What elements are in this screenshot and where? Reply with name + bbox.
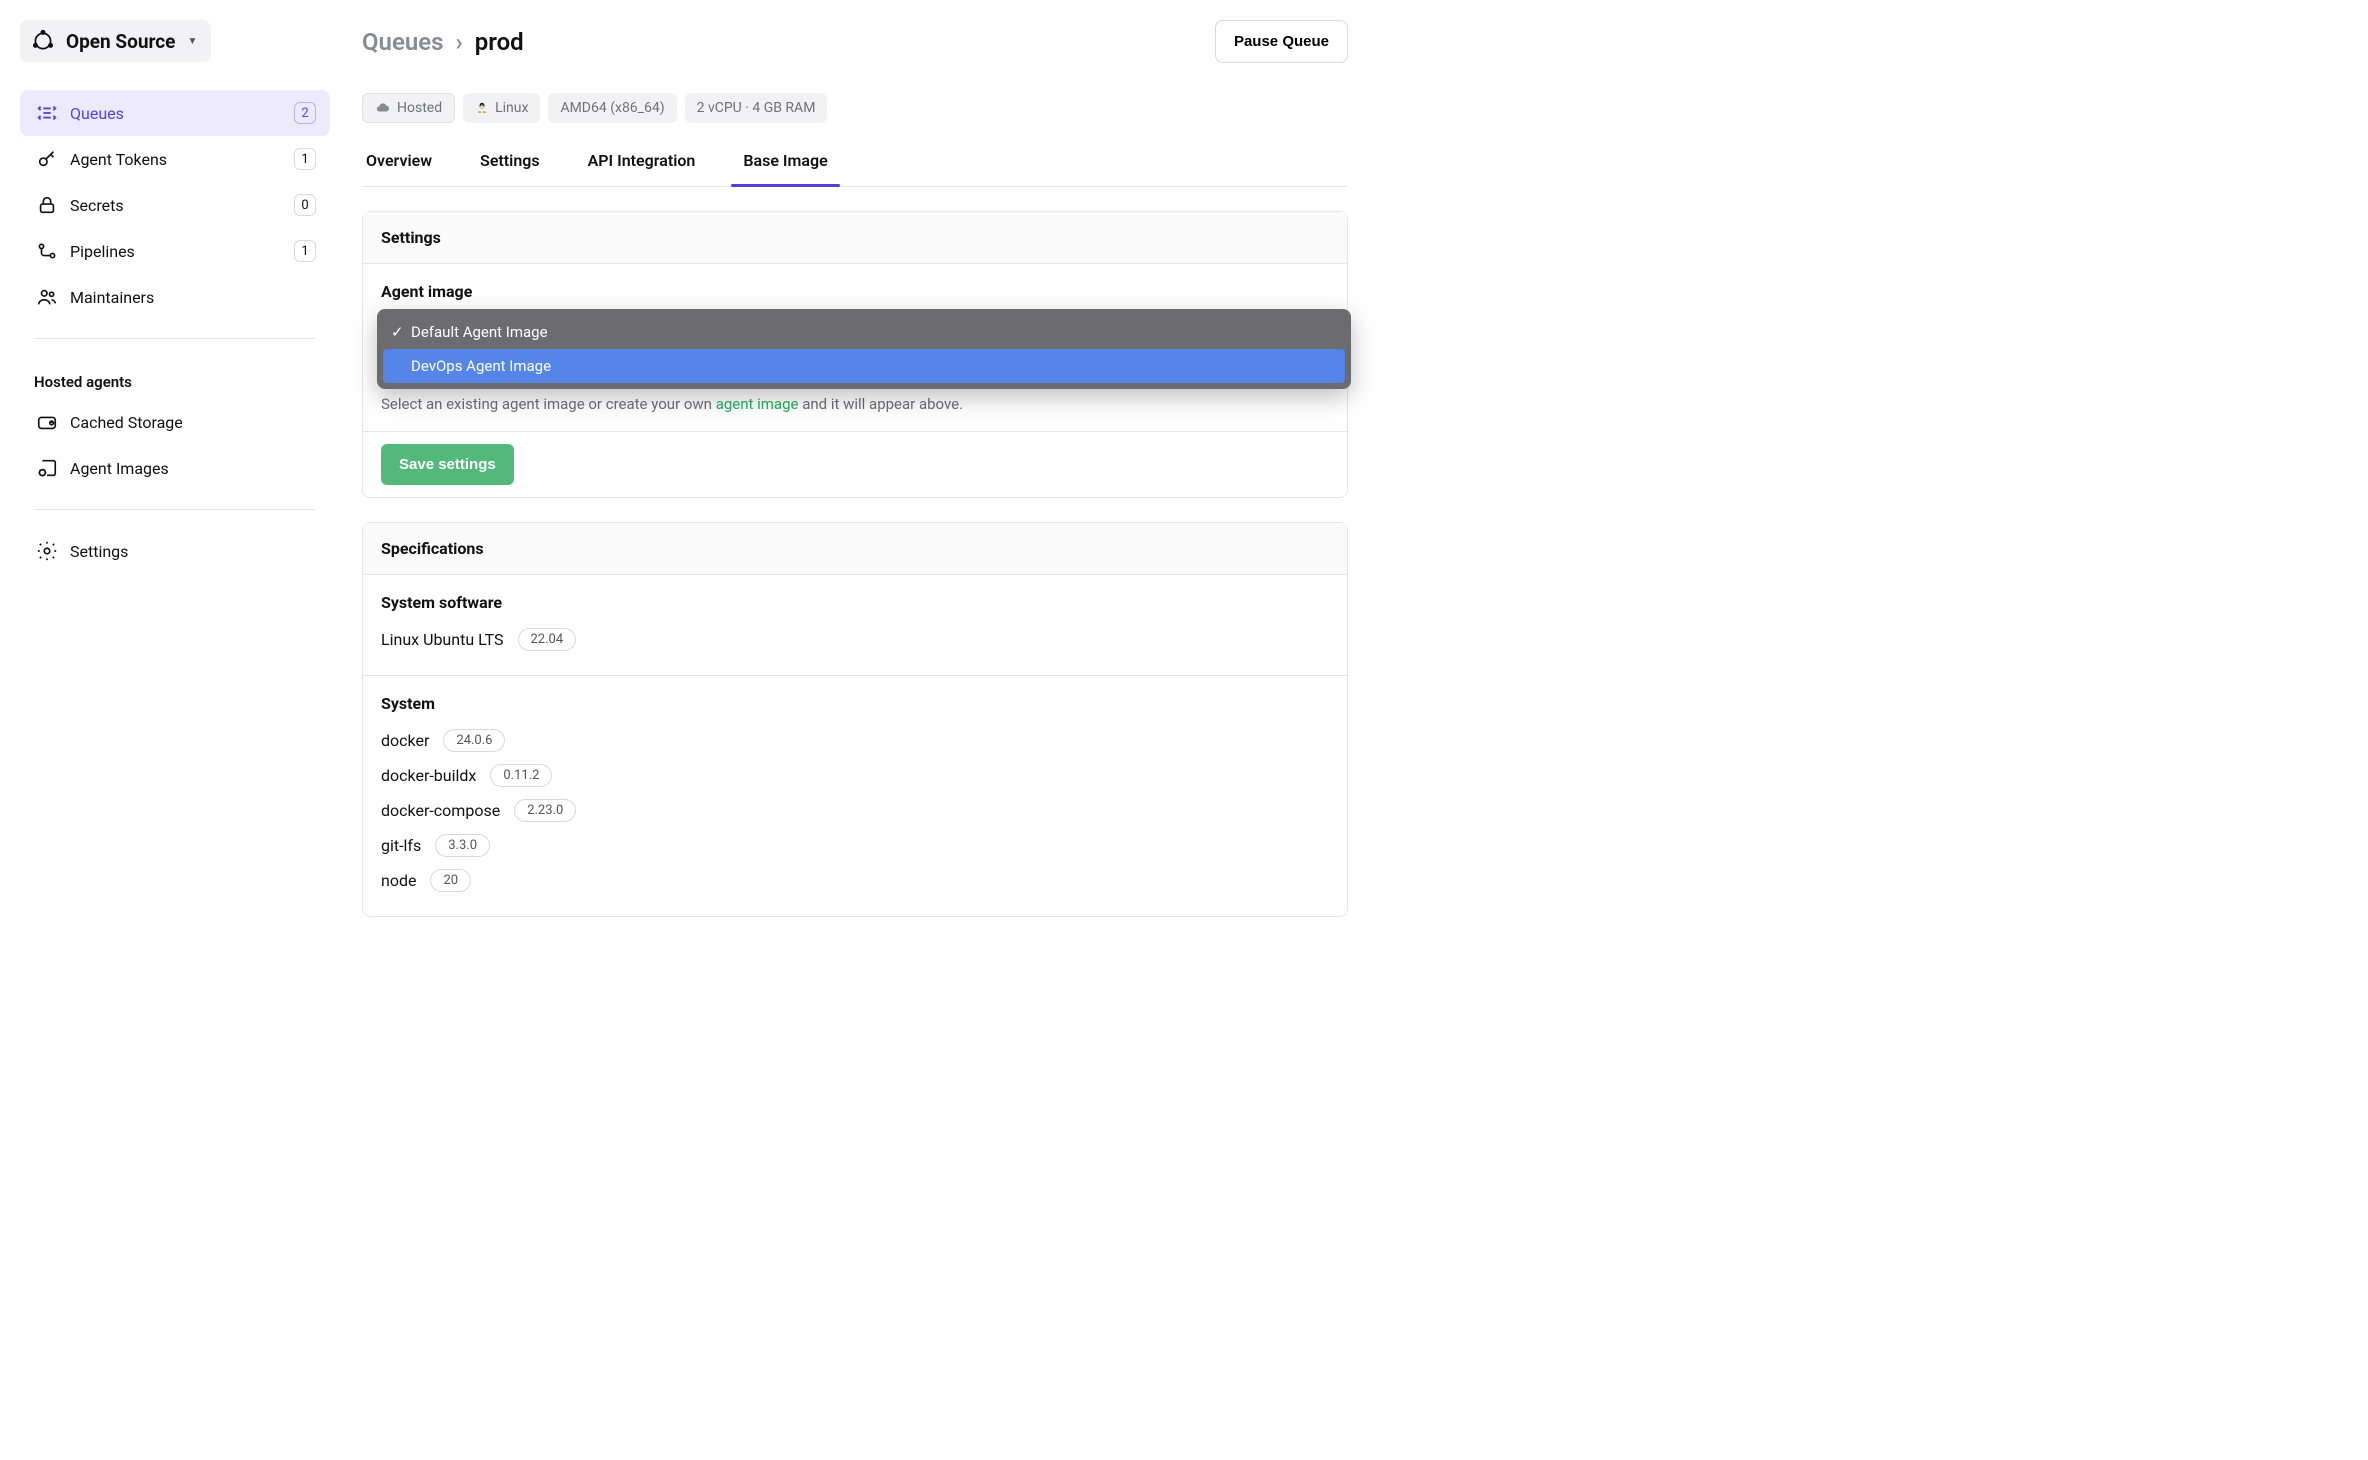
sidebar-item-label: Agent Images <box>70 459 316 478</box>
spec-version: 0.11.2 <box>490 764 552 787</box>
lock-icon <box>34 194 60 216</box>
spec-name: docker <box>381 731 429 750</box>
sidebar-item-badge: 1 <box>294 148 316 170</box>
storage-icon <box>34 411 60 433</box>
sidebar-item-secrets[interactable]: Secrets 0 <box>20 182 330 228</box>
chip-arch: AMD64 (x86_64) <box>548 93 676 123</box>
settings-panel: Settings Agent image Default Agent Image… <box>362 211 1348 498</box>
pipelines-icon <box>34 240 60 262</box>
linux-icon <box>475 100 489 116</box>
spec-version: 24.0.6 <box>443 729 505 752</box>
agent-image-label: Agent image <box>381 282 1329 301</box>
agent-image-select[interactable]: Default Agent Image DevOps Agent Image <box>381 309 1329 349</box>
sidebar-item-maintainers[interactable]: Maintainers <box>20 274 330 320</box>
sidebar-item-queues[interactable]: Queues 2 <box>20 90 330 136</box>
sidebar-item-cached-storage[interactable]: Cached Storage <box>20 399 330 445</box>
tab-api-integration[interactable]: API Integration <box>584 137 700 186</box>
pause-queue-button[interactable]: Pause Queue <box>1215 20 1348 63</box>
sidebar-item-label: Pipelines <box>70 242 294 261</box>
panel-heading: Settings <box>363 212 1347 264</box>
sidebar-item-label: Agent Tokens <box>70 150 294 169</box>
spec-version: 20 <box>430 869 471 892</box>
key-icon <box>34 148 60 170</box>
tab-overview[interactable]: Overview <box>362 137 436 186</box>
sidebar-item-badge: 1 <box>294 240 316 262</box>
tab-settings[interactable]: Settings <box>476 137 544 186</box>
people-icon <box>34 286 60 308</box>
spec-row: Linux Ubuntu LTS 22.04 <box>381 622 1329 657</box>
chip-os: Linux <box>463 93 540 123</box>
helper-text: Select an existing agent image or create… <box>381 395 1329 413</box>
spec-name: docker-buildx <box>381 766 476 785</box>
org-icon <box>30 28 56 54</box>
spec-name: git-lfs <box>381 836 421 855</box>
org-switcher[interactable]: Open Source ▼ <box>20 20 211 62</box>
sidebar-section-hosted-agents: Hosted agents <box>20 357 330 399</box>
specifications-panel: Specifications System software Linux Ubu… <box>362 522 1348 917</box>
spec-row: git-lfs 3.3.0 <box>381 828 1329 863</box>
divider <box>34 509 316 510</box>
chip-hosted: Hosted <box>362 93 455 123</box>
cloud-icon <box>375 101 391 115</box>
sidebar-item-settings[interactable]: Settings <box>20 528 330 574</box>
sidebar-item-badge: 2 <box>294 102 316 124</box>
sidebar-item-agent-tokens[interactable]: Agent Tokens 1 <box>20 136 330 182</box>
sidebar-item-label: Maintainers <box>70 288 316 307</box>
chevron-right-icon: › <box>456 28 463 56</box>
sidebar-item-badge: 0 <box>294 194 316 216</box>
chevron-down-icon: ▼ <box>187 36 197 47</box>
sidebar-item-agent-images[interactable]: Agent Images <box>20 445 330 491</box>
spec-heading-system: System <box>381 694 1329 713</box>
dropdown-option-devops[interactable]: DevOps Agent Image <box>383 349 1345 383</box>
spec-version: 22.04 <box>518 628 577 651</box>
sidebar-item-label: Settings <box>70 542 316 561</box>
spec-name: Linux Ubuntu LTS <box>381 630 504 649</box>
breadcrumb-root[interactable]: Queues <box>362 28 444 56</box>
tab-base-image[interactable]: Base Image <box>739 137 831 186</box>
sidebar-item-label: Queues <box>70 104 294 123</box>
spec-row: docker 24.0.6 <box>381 723 1329 758</box>
agent-image-link[interactable]: agent image <box>716 395 799 413</box>
breadcrumb-current: prod <box>475 28 524 56</box>
save-settings-button[interactable]: Save settings <box>381 444 514 485</box>
sidebar-item-label: Cached Storage <box>70 413 316 432</box>
breadcrumb: Queues › prod <box>362 28 524 56</box>
panel-heading: Specifications <box>363 523 1347 575</box>
spec-version: 2.23.0 <box>514 799 576 822</box>
dropdown-option-default[interactable]: Default Agent Image <box>383 315 1345 349</box>
spec-row: docker-buildx 0.11.2 <box>381 758 1329 793</box>
spec-heading-system-software: System software <box>381 593 1329 612</box>
queues-icon <box>34 102 60 124</box>
spec-version: 3.3.0 <box>435 834 490 857</box>
agent-image-dropdown[interactable]: Default Agent Image DevOps Agent Image <box>377 309 1351 389</box>
gear-icon <box>34 540 60 562</box>
org-name: Open Source <box>66 30 175 53</box>
spec-name: node <box>381 871 416 890</box>
image-gear-icon <box>34 457 60 479</box>
spec-name: docker-compose <box>381 801 500 820</box>
spec-row: node 20 <box>381 863 1329 898</box>
sidebar-item-label: Secrets <box>70 196 294 215</box>
sidebar-item-pipelines[interactable]: Pipelines 1 <box>20 228 330 274</box>
divider <box>34 338 316 339</box>
chip-resources: 2 vCPU · 4 GB RAM <box>685 93 828 123</box>
spec-row: docker-compose 2.23.0 <box>381 793 1329 828</box>
